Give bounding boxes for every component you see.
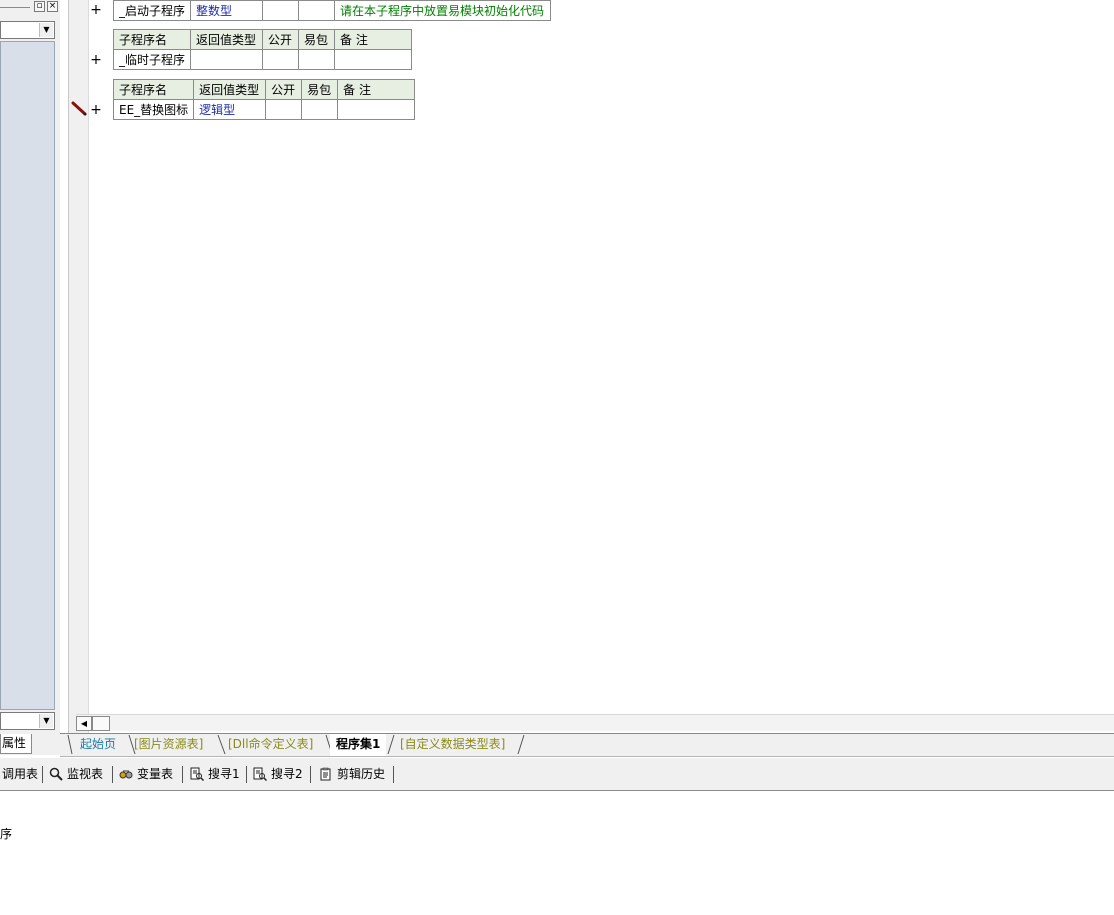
output-panel[interactable] (0, 792, 1114, 915)
panel-title-line (0, 7, 30, 8)
comment-cell[interactable] (337, 99, 416, 120)
clipboard-icon (320, 767, 331, 781)
comment-cell[interactable]: 请在本子程序中放置易模块初始化代码 (334, 0, 552, 21)
clip-history-button[interactable]: 剪辑历史 (319, 765, 385, 783)
scroll-thumb[interactable] (92, 716, 110, 731)
table-header: 子程序名 返回值类型 公开 易包 备 注 (112, 79, 416, 100)
header-return-type: 返回值类型 (190, 29, 264, 50)
subroutine-row: _启动子程序 整数型 请在本子程序中放置易模块初始化代码 (112, 0, 552, 21)
separator (112, 766, 113, 783)
event-combo[interactable]: ▼ (0, 712, 55, 730)
header-easy-pack: 易包 (298, 29, 336, 50)
search-doc-icon (190, 767, 204, 781)
separator (310, 766, 311, 783)
call-table-label: 调用表 (2, 767, 39, 781)
variable-table-button[interactable]: 变量表 (119, 765, 173, 783)
header-public: 公开 (262, 29, 300, 50)
separator (246, 766, 247, 783)
bottom-toolbar: 调用表 监视表 变量表 搜寻1 搜寻2 剪辑历史 (0, 758, 1114, 791)
call-table-button[interactable]: 调用表 (2, 765, 38, 783)
pencil-icon (71, 101, 87, 116)
subroutine-row: _临时子程序 (112, 49, 413, 70)
separator (393, 766, 394, 783)
object-combo[interactable]: ▼ (0, 21, 55, 39)
separator (182, 766, 183, 783)
expand-icon[interactable]: + (89, 103, 103, 117)
return-type[interactable]: 逻辑型 (193, 99, 267, 120)
magnifier-icon (49, 767, 63, 781)
easy-pack-flag[interactable] (298, 0, 336, 21)
expand-icon[interactable]: + (89, 53, 103, 67)
header-name: 子程序名 (112, 79, 195, 100)
scroll-left-icon[interactable]: ◀ (76, 716, 92, 731)
left-panel: ▫ × ▼ ▼ 属性 (0, 0, 60, 755)
tab-image-resources[interactable]: [图片资源表] (128, 734, 209, 756)
clip-history-label: 剪辑历史 (337, 767, 386, 781)
subroutine-name[interactable]: _临时子程序 (112, 49, 192, 70)
public-flag[interactable] (265, 99, 303, 120)
watch-table-label: 监视表 (67, 767, 104, 781)
header-public: 公开 (265, 79, 303, 100)
comment-cell[interactable] (334, 49, 413, 70)
watch-table-button[interactable]: 监视表 (49, 765, 103, 783)
subroutine-table: 子程序名 返回值类型 公开 易包 备 注 _临时子程序 (112, 29, 413, 70)
chevron-down-icon[interactable]: ▼ (39, 714, 53, 728)
return-type[interactable]: 整数型 (190, 0, 264, 21)
easy-pack-flag[interactable] (298, 49, 336, 70)
subroutine-row: EE_替换图标 逻辑型 (112, 99, 416, 120)
search-doc-icon (253, 767, 267, 781)
tab-start-page[interactable]: 起始页 (74, 734, 122, 756)
subroutine-name[interactable]: _启动子程序 (112, 0, 192, 21)
property-list[interactable] (0, 41, 55, 710)
header-easy-pack: 易包 (301, 79, 339, 100)
horizontal-scrollbar[interactable]: ◀ (76, 714, 1114, 731)
header-return-type: 返回值类型 (193, 79, 267, 100)
variable-table-label: 变量表 (137, 767, 174, 781)
subroutine-name[interactable]: EE_替换图标 (112, 99, 195, 120)
document-tabs: 起始页 [图片资源表] [Dll命令定义表] 程序集1 [自定义数据类型表] (60, 733, 1114, 757)
public-flag[interactable] (262, 0, 300, 21)
header-name: 子程序名 (112, 29, 192, 50)
search1-button[interactable]: 搜寻1 (190, 765, 240, 783)
header-comment: 备 注 (334, 29, 413, 50)
subroutine-table: 子程序名 返回值类型 公开 易包 备 注 EE_替换图标 逻辑型 (112, 79, 416, 120)
easy-pack-flag[interactable] (301, 99, 339, 120)
separator (42, 766, 43, 783)
return-type[interactable] (190, 49, 264, 70)
tab-properties[interactable]: 属性 (0, 734, 32, 754)
tab-custom-data-types[interactable]: [自定义数据类型表] (394, 734, 511, 756)
tab-dll-commands[interactable]: [Dll命令定义表] (222, 734, 319, 756)
table-header: 子程序名 返回值类型 公开 易包 备 注 (112, 29, 413, 50)
restore-icon[interactable]: ▫ (34, 1, 45, 12)
close-icon[interactable]: × (47, 1, 58, 12)
variables-icon (119, 770, 133, 779)
subroutine-table: _启动子程序 整数型 请在本子程序中放置易模块初始化代码 (112, 0, 552, 21)
header-comment: 备 注 (337, 79, 416, 100)
public-flag[interactable] (262, 49, 300, 70)
chevron-down-icon[interactable]: ▼ (39, 23, 53, 37)
search2-button[interactable]: 搜寻2 (253, 765, 303, 783)
search2-label: 搜寻2 (271, 767, 303, 781)
output-text: 序 (0, 827, 13, 841)
tab-program-set-1[interactable]: 程序集1 (330, 734, 387, 756)
search1-label: 搜寻1 (208, 767, 240, 781)
expand-icon[interactable]: + (89, 3, 103, 17)
